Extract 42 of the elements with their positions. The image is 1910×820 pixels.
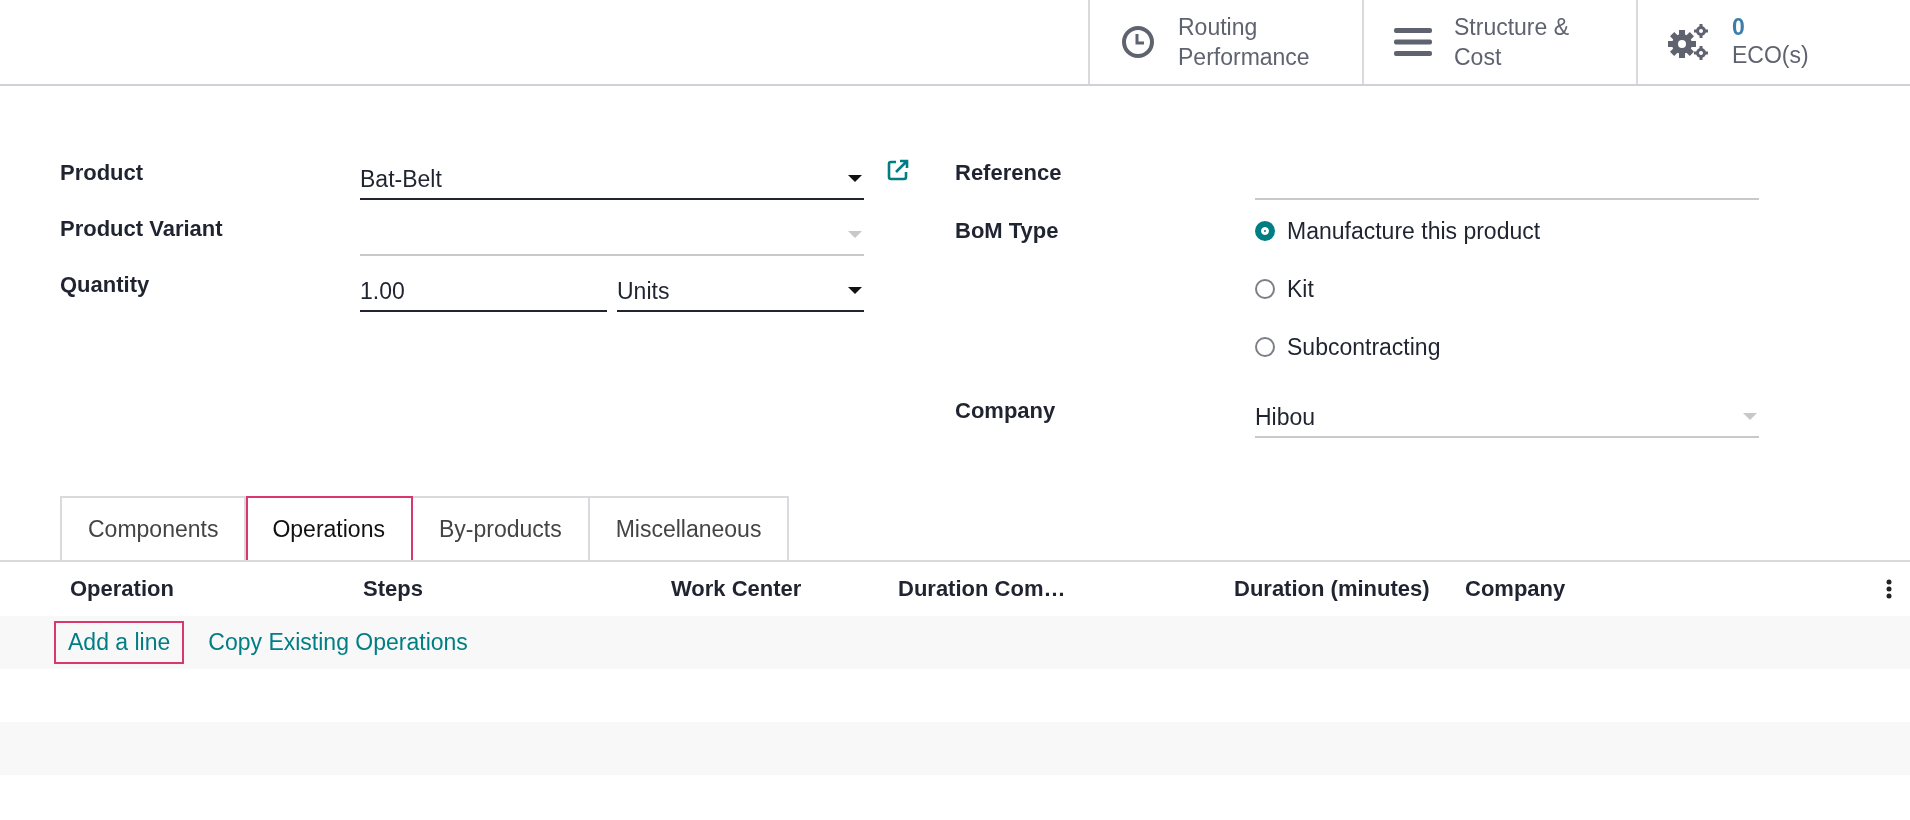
column-header[interactable]: Duration (minutes) xyxy=(1234,576,1465,602)
tab[interactable]: By-products xyxy=(412,496,590,562)
button-label: Performance xyxy=(1178,43,1310,72)
tab[interactable]: Operations xyxy=(246,496,413,562)
table-link[interactable]: Add a line xyxy=(56,623,183,662)
column-header[interactable]: Steps xyxy=(363,576,671,602)
field-label: Quantity xyxy=(60,272,151,299)
quantity-field[interactable]: 1.00 xyxy=(360,272,607,312)
column-header[interactable]: Company xyxy=(1465,576,1865,602)
radio-label: Kit xyxy=(1287,275,1314,303)
button-label: Structure & xyxy=(1454,13,1570,42)
caret-icon xyxy=(848,231,862,239)
kebab-menu-icon[interactable] xyxy=(1886,579,1892,599)
field-label: Company xyxy=(955,398,1057,425)
field-label: BoM Type xyxy=(955,217,1060,245)
button-label: ECO(s) xyxy=(1732,41,1809,70)
button-label: Cost xyxy=(1454,43,1503,72)
field-label: Product Variant xyxy=(60,216,224,243)
radio-label: Manufacture this product xyxy=(1287,217,1541,245)
table-link[interactable]: Copy Existing Operations xyxy=(196,623,480,662)
radio-button[interactable] xyxy=(1255,337,1275,357)
gears-icon xyxy=(1668,22,1710,62)
external-link-icon[interactable] xyxy=(886,158,910,182)
column-header[interactable]: Operation xyxy=(70,576,363,602)
column-header[interactable]: Duration Com… xyxy=(898,576,1234,602)
tab[interactable]: Miscellaneous xyxy=(589,496,790,562)
column-header[interactable]: Work Center xyxy=(671,576,898,602)
field-label: Reference xyxy=(955,160,1063,187)
tab[interactable]: Components xyxy=(60,496,247,562)
clock-icon xyxy=(1120,24,1156,60)
caret-icon xyxy=(848,175,862,183)
button-label: Routing xyxy=(1178,13,1259,42)
caret-icon xyxy=(1743,413,1757,421)
radio-label: Subcontracting xyxy=(1287,333,1441,361)
eco-count: 0 xyxy=(1732,14,1746,40)
radio-button[interactable] xyxy=(1255,279,1275,299)
caret-icon xyxy=(848,287,862,295)
radio-button[interactable] xyxy=(1255,221,1275,241)
field-label: Product xyxy=(60,160,145,187)
menu-icon xyxy=(1394,27,1432,57)
dropdown-field[interactable]: Bat-Belt xyxy=(360,160,864,200)
unit-dropdown[interactable]: Units xyxy=(617,272,864,312)
